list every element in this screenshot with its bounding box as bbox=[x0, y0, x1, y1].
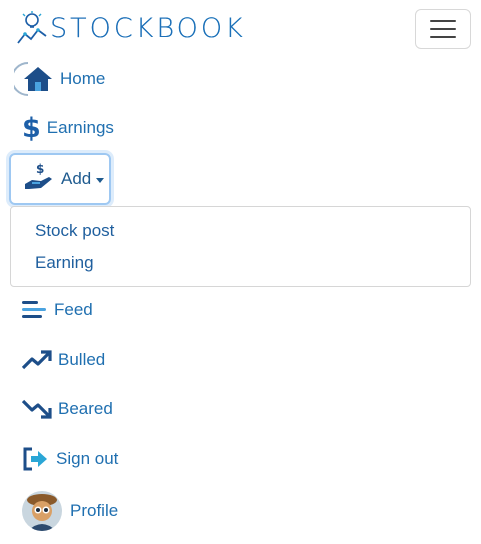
nav-bulled[interactable]: Bulled bbox=[22, 342, 105, 378]
nav-earnings[interactable]: $ Earnings bbox=[22, 110, 114, 146]
nav-home[interactable]: Home bbox=[14, 61, 105, 97]
nav-bulled-label: Bulled bbox=[58, 350, 106, 369]
brand-name: STOCKBOOK bbox=[50, 12, 246, 44]
dollar-icon: $ bbox=[22, 112, 41, 144]
add-label: Add bbox=[61, 169, 92, 188]
nav-sign-out[interactable]: Sign out bbox=[22, 441, 118, 477]
nav-earnings-label: Earnings bbox=[46, 118, 114, 137]
feed-icon bbox=[22, 299, 48, 321]
trend-down-icon bbox=[22, 398, 52, 420]
home-icon bbox=[14, 61, 54, 97]
nav-profile-label: Profile bbox=[70, 501, 119, 520]
nav-beared[interactable]: Beared bbox=[22, 391, 113, 427]
hand-dollar-icon: $ bbox=[23, 162, 53, 197]
nav-beared-label: Beared bbox=[58, 399, 113, 418]
sign-out-icon bbox=[22, 447, 50, 471]
add-dropdown-toggle[interactable]: $ Add bbox=[9, 153, 111, 205]
chevron-down-icon bbox=[96, 177, 105, 183]
lightbulb-chart-icon bbox=[17, 11, 47, 44]
nav-profile[interactable]: Profile bbox=[22, 490, 118, 532]
add-dropdown-menu: Stock post Earning bbox=[10, 206, 471, 287]
brand-logo[interactable]: STOCKBOOK bbox=[16, 10, 246, 46]
trend-up-icon bbox=[22, 349, 52, 371]
nav-sign-out-label: Sign out bbox=[56, 449, 119, 468]
nav-feed-label: Feed bbox=[54, 300, 93, 319]
avatar bbox=[22, 491, 62, 531]
hamburger-line bbox=[430, 20, 456, 22]
navbar-toggler-button[interactable] bbox=[415, 9, 471, 49]
nav-home-label: Home bbox=[60, 69, 106, 88]
hamburger-line bbox=[430, 28, 456, 30]
nav-feed[interactable]: Feed bbox=[22, 292, 93, 328]
hamburger-line bbox=[430, 36, 456, 38]
dropdown-item-stock-post[interactable]: Stock post bbox=[35, 221, 114, 241]
dropdown-item-earning[interactable]: Earning bbox=[35, 253, 94, 273]
svg-text:$: $ bbox=[36, 162, 44, 176]
